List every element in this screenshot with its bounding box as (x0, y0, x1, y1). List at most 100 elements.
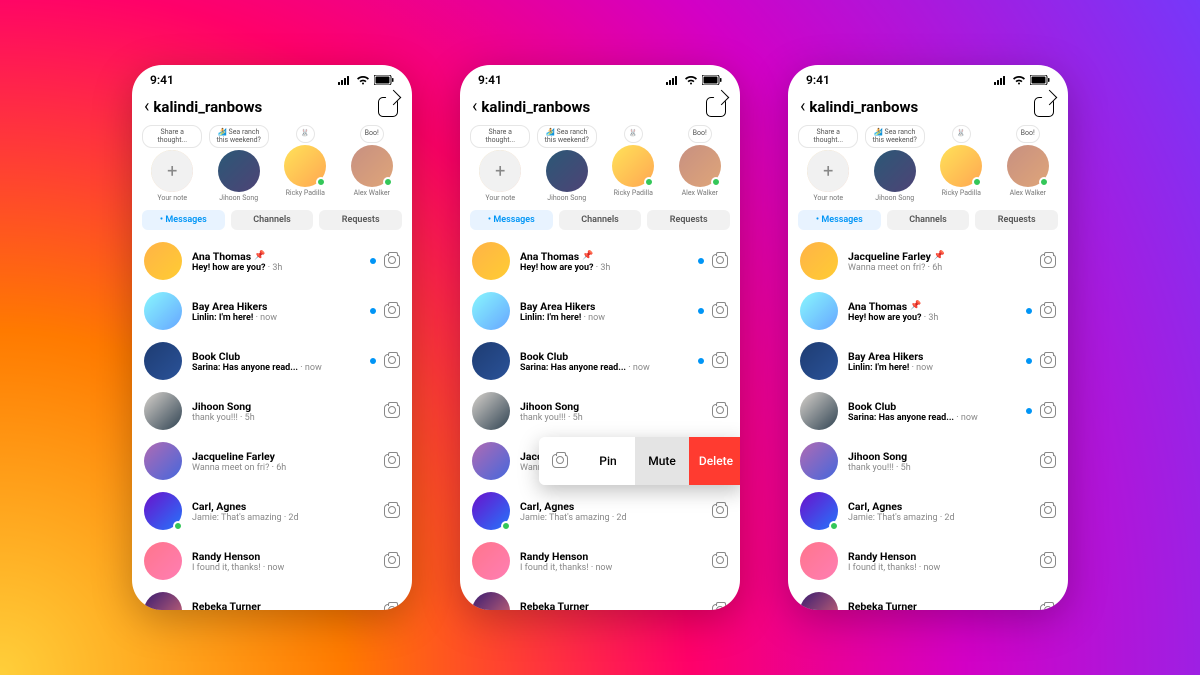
header-username[interactable]: kalindi_ranbows (809, 98, 918, 116)
note-avatar[interactable] (151, 150, 193, 192)
camera-icon[interactable] (712, 404, 728, 418)
note-avatar[interactable] (1007, 145, 1049, 187)
note-item[interactable]: Share a thought...Your note (470, 125, 531, 202)
note-item[interactable]: 🐰Ricky Padilla (931, 125, 992, 202)
chat-list[interactable]: Ana Thomas📌Hey! how are you? · 3hBay Are… (132, 236, 412, 610)
chat-avatar[interactable] (800, 542, 838, 580)
camera-icon[interactable] (712, 504, 728, 518)
chat-avatar[interactable] (472, 542, 510, 580)
chat-avatar[interactable] (800, 592, 838, 610)
chat-avatar[interactable] (800, 492, 838, 530)
note-avatar[interactable] (284, 145, 326, 187)
chat-row[interactable]: Carl, AgnesJamie: That's amazing · 2d (132, 486, 412, 536)
camera-icon[interactable] (1040, 354, 1056, 368)
note-item[interactable]: Boo!Alex Walker (998, 125, 1059, 202)
chat-row[interactable]: Randy HensonI found it, thanks! · now (132, 536, 412, 586)
chat-avatar[interactable] (472, 392, 510, 430)
chat-row[interactable]: Carl, AgnesJamie: That's amazing · 2d (788, 486, 1068, 536)
tab-messages[interactable]: • Messages (142, 210, 225, 230)
tab-channels[interactable]: Channels (231, 210, 314, 230)
camera-icon[interactable] (384, 504, 400, 518)
chat-row[interactable]: Bay Area HikersLinlin: I'm here! · now (788, 336, 1068, 386)
note-avatar[interactable] (351, 145, 393, 187)
tab-requests[interactable]: Requests (647, 210, 730, 230)
chat-avatar[interactable] (472, 442, 510, 480)
chat-avatar[interactable] (144, 442, 182, 480)
tab-messages[interactable]: • Messages (798, 210, 881, 230)
chat-row[interactable]: Ana Thomas📌Hey! how are you? · 3h (788, 286, 1068, 336)
note-item[interactable]: 🏄 Sea ranch this weekend?Jihoon Song (537, 125, 598, 202)
note-avatar[interactable] (679, 145, 721, 187)
note-item[interactable]: 🐰Ricky Padilla (603, 125, 664, 202)
compose-icon[interactable] (706, 97, 726, 117)
camera-icon[interactable] (384, 254, 400, 268)
camera-icon[interactable] (384, 354, 400, 368)
camera-icon[interactable] (712, 604, 728, 610)
chat-row[interactable]: Bay Area HikersLinlin: I'm here! · now (132, 286, 412, 336)
notes-row[interactable]: Share a thought...Your note🏄 Sea ranch t… (132, 123, 412, 206)
camera-icon[interactable] (1040, 504, 1056, 518)
chat-row[interactable]: Rebeka TurnerHappy Birthday!! · now (460, 586, 740, 610)
note-item[interactable]: Share a thought...Your note (798, 125, 859, 202)
chat-row[interactable]: Ana Thomas📌Hey! how are you? · 3h (460, 236, 740, 286)
chat-list[interactable]: Ana Thomas📌Hey! how are you? · 3hBay Are… (460, 236, 740, 610)
chat-row[interactable]: Rebeka TurnerHappy Birthday!! · now (788, 586, 1068, 610)
tab-messages[interactable]: • Messages (470, 210, 553, 230)
camera-icon[interactable] (1040, 604, 1056, 610)
camera-icon[interactable] (384, 554, 400, 568)
camera-icon[interactable] (384, 304, 400, 318)
chat-avatar[interactable] (472, 242, 510, 280)
chat-row[interactable]: Carl, AgnesJamie: That's amazing · 2d (460, 486, 740, 536)
chat-avatar[interactable] (800, 342, 838, 380)
camera-icon[interactable] (712, 254, 728, 268)
compose-icon[interactable] (1034, 97, 1054, 117)
note-item[interactable]: Boo!Alex Walker (342, 125, 403, 202)
chat-avatar[interactable] (800, 242, 838, 280)
tab-channels[interactable]: Channels (887, 210, 970, 230)
chat-row[interactable]: Jihoon Songthank you!!! · 5h (132, 386, 412, 436)
note-item[interactable]: 🏄 Sea ranch this weekend?Jihoon Song (209, 125, 270, 202)
note-avatar[interactable] (218, 150, 260, 192)
header-username[interactable]: kalindi_ranbows (153, 98, 262, 116)
chat-row[interactable]: Randy HensonI found it, thanks! · now (788, 536, 1068, 586)
chat-row[interactable]: Jacqueline FarleyWanna meet on fri? · 6h… (460, 436, 740, 486)
chat-avatar[interactable] (144, 542, 182, 580)
chat-avatar[interactable] (472, 592, 510, 610)
chat-avatar[interactable] (144, 292, 182, 330)
swipe-pin[interactable]: Pin (581, 437, 635, 485)
swipe-delete[interactable]: Delete (689, 437, 740, 485)
swipe-mute[interactable]: Mute (635, 437, 689, 485)
note-item[interactable]: Boo!Alex Walker (670, 125, 731, 202)
chat-row[interactable]: Jacqueline Farley📌Wanna meet on fri? · 6… (788, 236, 1068, 286)
tab-channels[interactable]: Channels (559, 210, 642, 230)
chat-row[interactable]: Bay Area HikersLinlin: I'm here! · now (460, 286, 740, 336)
camera-icon[interactable] (384, 604, 400, 610)
back-icon[interactable]: ‹ (144, 98, 149, 116)
note-avatar[interactable] (940, 145, 982, 187)
chat-avatar[interactable] (144, 392, 182, 430)
chat-avatar[interactable] (472, 342, 510, 380)
camera-icon[interactable] (1040, 254, 1056, 268)
chat-avatar[interactable] (800, 292, 838, 330)
notes-row[interactable]: Share a thought...Your note🏄 Sea ranch t… (788, 123, 1068, 206)
back-icon[interactable]: ‹ (800, 98, 805, 116)
chat-row[interactable]: Ana Thomas📌Hey! how are you? · 3h (132, 236, 412, 286)
chat-avatar[interactable] (144, 242, 182, 280)
chat-row[interactable]: Randy HensonI found it, thanks! · now (460, 536, 740, 586)
swipe-camera[interactable] (539, 437, 581, 485)
chat-avatar[interactable] (144, 592, 182, 610)
compose-icon[interactable] (378, 97, 398, 117)
tab-requests[interactable]: Requests (975, 210, 1058, 230)
back-icon[interactable]: ‹ (472, 98, 477, 116)
camera-icon[interactable] (384, 454, 400, 468)
chat-avatar[interactable] (472, 292, 510, 330)
camera-icon[interactable] (384, 404, 400, 418)
note-item[interactable]: Share a thought...Your note (142, 125, 203, 202)
note-item[interactable]: 🐰Ricky Padilla (275, 125, 336, 202)
chat-avatar[interactable] (144, 342, 182, 380)
chat-row[interactable]: Book ClubSarina: Has anyone read... · no… (132, 336, 412, 386)
chat-avatar[interactable] (800, 442, 838, 480)
chat-avatar[interactable] (144, 492, 182, 530)
chat-row[interactable]: Jihoon Songthank you!!! · 5h (460, 386, 740, 436)
chat-row[interactable]: Book ClubSarina: Has anyone read... · no… (460, 336, 740, 386)
